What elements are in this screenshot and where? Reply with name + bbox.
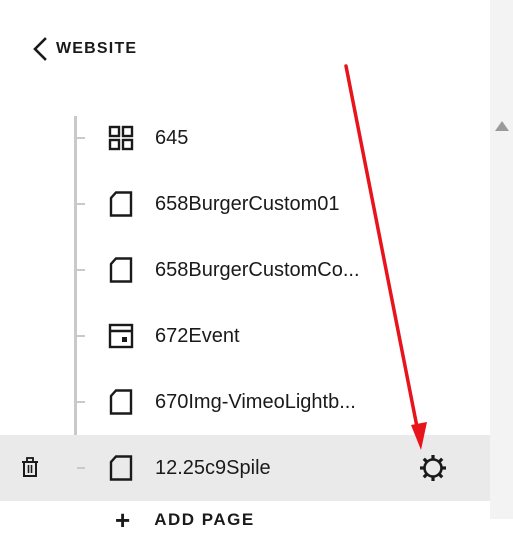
back-link-label: WEBSITE	[56, 40, 138, 57]
page-icon	[107, 389, 135, 415]
scrollbar-track[interactable]	[490, 0, 513, 519]
tree-tick	[77, 467, 85, 469]
page-row[interactable]: 645	[0, 105, 490, 171]
tree-tick	[77, 203, 85, 205]
page-icon	[107, 455, 135, 481]
page-row[interactable]: 658BurgerCustom01	[0, 171, 490, 237]
add-page-label: ADD PAGE	[154, 510, 255, 529]
page-title: 670Img-VimeoLightb...	[155, 391, 356, 413]
page-title: 658BurgerCustom01	[155, 193, 340, 215]
page-row[interactable]: 658BurgerCustomCo...	[0, 237, 490, 303]
page-row[interactable]: 672Event	[0, 303, 490, 369]
trash-icon[interactable]	[20, 456, 40, 480]
pages-panel: WEBSITE 645 658BurgerCustom01 658BurgerC…	[0, 0, 490, 533]
back-to-website-link[interactable]: WEBSITE	[32, 36, 137, 62]
chevron-left-icon	[32, 37, 48, 61]
page-title: 658BurgerCustomCo...	[155, 259, 360, 281]
page-row-selected[interactable]: 12.25c9Spile	[0, 435, 490, 501]
tree-tick	[77, 401, 85, 403]
page-title: 672Event	[155, 325, 240, 347]
add-page-button[interactable]: + ADD PAGE	[107, 505, 255, 535]
gear-icon[interactable]	[418, 453, 448, 483]
scroll-up-arrow-icon[interactable]	[495, 121, 509, 131]
plus-icon: +	[115, 505, 131, 535]
page-icon	[107, 191, 135, 217]
grid-icon	[107, 125, 135, 151]
event-icon	[107, 323, 135, 349]
page-icon	[107, 257, 135, 283]
tree-tick	[77, 269, 85, 271]
page-title: 645	[155, 127, 189, 149]
tree-tick	[77, 137, 85, 139]
page-title: 12.25c9Spile	[155, 457, 271, 479]
page-row[interactable]: 670Img-VimeoLightb...	[0, 369, 490, 435]
tree-tick	[77, 335, 85, 337]
